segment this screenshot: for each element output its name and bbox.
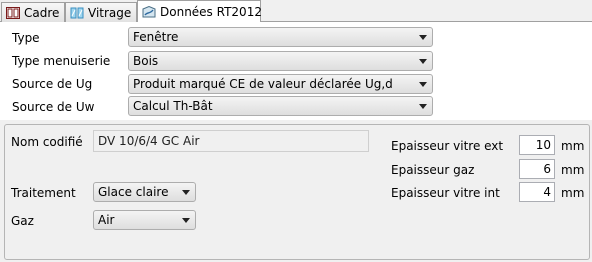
tab-bar: Cadre Vitrage Données RT2012 <box>0 0 592 22</box>
type-select[interactable]: Fenêtre <box>128 27 433 47</box>
rt2012-icon <box>142 5 156 18</box>
epaisseur-vitre-ext-label: Epaisseur vitre ext <box>391 139 504 153</box>
type-value: Fenêtre <box>133 30 179 44</box>
tab-cadre-label: Cadre <box>24 5 60 20</box>
unit-mm-label: mm <box>561 163 585 177</box>
gaz-select[interactable]: Air <box>93 210 196 230</box>
chevron-down-icon <box>419 35 427 40</box>
gaz-label: Gaz <box>11 214 34 228</box>
chevron-down-icon <box>182 218 190 223</box>
source-ug-label: Source de Ug <box>12 77 93 91</box>
chevron-down-icon <box>182 190 190 195</box>
menuiserie-select[interactable]: Bois <box>128 51 433 71</box>
unit-mm-label: mm <box>561 139 585 153</box>
menuiserie-value: Bois <box>133 54 159 68</box>
traitement-label: Traitement <box>11 186 76 200</box>
tab-vitrage[interactable]: Vitrage <box>65 2 137 22</box>
epaisseur-gaz-input[interactable]: 6 <box>519 159 555 179</box>
unit-mm-label: mm <box>561 186 585 200</box>
tab-cadre[interactable]: Cadre <box>1 2 65 22</box>
tab-vitrage-label: Vitrage <box>88 5 132 20</box>
traitement-select[interactable]: Glace claire <box>93 182 196 202</box>
epaisseur-vitre-int-input[interactable]: 4 <box>519 182 555 202</box>
glazing-icon <box>70 7 84 19</box>
source-uw-value: Calcul Th-Bât <box>133 99 213 113</box>
epaisseur-vitre-ext-input[interactable]: 10 <box>519 135 555 155</box>
type-label: Type <box>12 31 40 45</box>
source-ug-select[interactable]: Produit marqué CE de valeur déclarée Ug,… <box>128 74 433 94</box>
epaisseur-vitre-int-label: Epaisseur vitre int <box>391 186 500 200</box>
tab-donnees-rt2012[interactable]: Données RT2012 <box>137 0 262 22</box>
chevron-down-icon <box>419 104 427 109</box>
chevron-down-icon <box>419 59 427 64</box>
glazing-details-panel: Nom codifié DV 10/6/4 GC Air Traitement … <box>4 124 590 260</box>
traitement-value: Glace claire <box>98 185 169 199</box>
source-ug-value: Produit marqué CE de valeur déclarée Ug,… <box>133 77 393 91</box>
source-uw-select[interactable]: Calcul Th-Bât <box>128 96 433 116</box>
source-uw-label: Source de Uw <box>12 100 95 114</box>
nom-codifie-field: DV 10/6/4 GC Air <box>93 130 369 152</box>
epaisseur-gaz-label: Epaisseur gaz <box>391 163 475 177</box>
nom-codifie-value: DV 10/6/4 GC Air <box>98 134 200 148</box>
chevron-down-icon <box>419 82 427 87</box>
nom-codifie-label: Nom codifié <box>11 135 83 149</box>
menuiserie-label: Type menuiserie <box>12 54 111 68</box>
frame-icon <box>6 6 20 19</box>
tab-donnees-rt2012-label: Données RT2012 <box>160 4 262 19</box>
gaz-value: Air <box>98 213 115 227</box>
rt2012-form: Type Fenêtre Type menuiserie Bois Source… <box>0 22 592 120</box>
